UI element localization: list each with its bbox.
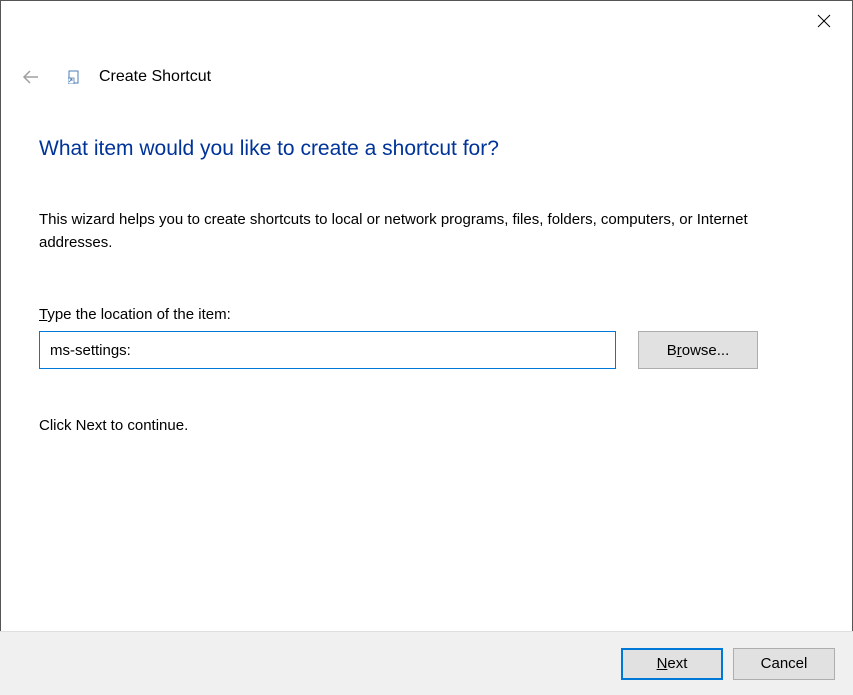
- titlebar: [1, 1, 852, 45]
- back-button: [19, 65, 43, 89]
- close-button[interactable]: [814, 11, 834, 31]
- continue-text: Click Next to continue.: [39, 417, 814, 434]
- page-heading: What item would you like to create a sho…: [39, 137, 814, 161]
- close-icon: [817, 14, 831, 28]
- location-input[interactable]: [39, 331, 616, 369]
- cancel-button[interactable]: Cancel: [733, 648, 835, 680]
- page-description: This wizard helps you to create shortcut…: [39, 209, 814, 254]
- browse-button[interactable]: Browse...: [638, 331, 758, 369]
- location-input-row: Browse...: [39, 331, 814, 369]
- shortcut-icon: [67, 69, 83, 85]
- back-arrow-icon: [21, 67, 41, 87]
- next-button[interactable]: Next: [621, 648, 723, 680]
- wizard-title: Create Shortcut: [99, 68, 211, 86]
- wizard-header: Create Shortcut: [1, 45, 852, 97]
- location-label: Type the location of the item:: [39, 306, 814, 323]
- wizard-footer: Next Cancel: [0, 631, 853, 695]
- wizard-content: What item would you like to create a sho…: [1, 97, 852, 434]
